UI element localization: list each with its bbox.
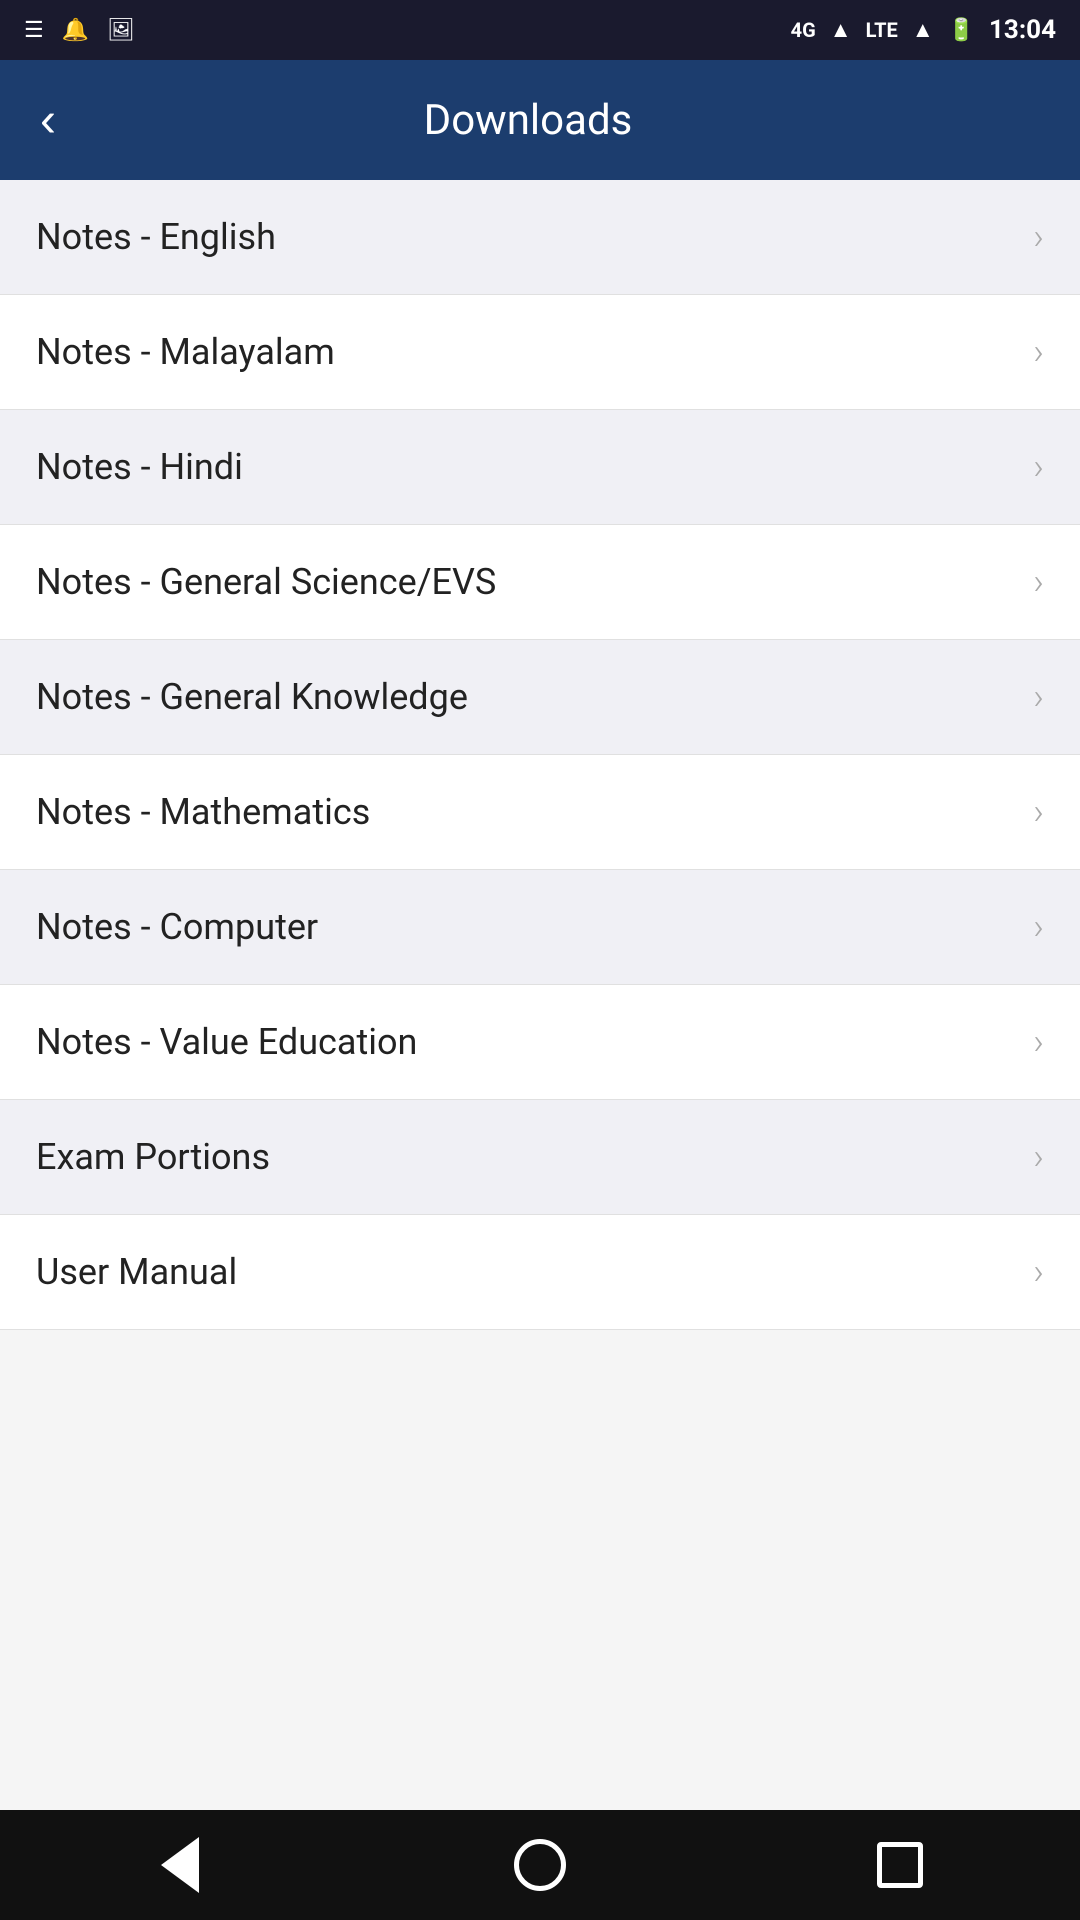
list-item-label: Notes - English — [36, 216, 276, 258]
list-item[interactable]: Notes - Malayalam › — [0, 295, 1080, 410]
nav-home-button[interactable] — [490, 1830, 590, 1900]
status-bar: ☰ 🔔 🖼 4G ▲ LTE ▲ 🔋 13:04 — [0, 0, 1080, 60]
chevron-right-icon: › — [1033, 1136, 1044, 1178]
chevron-right-icon: › — [1033, 791, 1044, 833]
chevron-right-icon: › — [1033, 1021, 1044, 1063]
nav-back-icon — [161, 1837, 199, 1893]
signal-icon-2: ▲ — [912, 17, 934, 43]
list-item-label: Notes - General Knowledge — [36, 676, 468, 718]
back-chevron-icon: ‹ — [40, 93, 56, 148]
nav-recent-icon — [877, 1842, 923, 1888]
list-item[interactable]: Notes - Computer › — [0, 870, 1080, 985]
list-item[interactable]: Exam Portions › — [0, 1100, 1080, 1215]
page-title: Downloads — [66, 96, 990, 145]
nav-back-button[interactable] — [130, 1830, 230, 1900]
list-item-label: Notes - Value Education — [36, 1021, 417, 1063]
chevron-right-icon: › — [1033, 331, 1044, 373]
status-bar-right: 4G ▲ LTE ▲ 🔋 13:04 — [791, 15, 1056, 45]
list-item[interactable]: Notes - General Knowledge › — [0, 640, 1080, 755]
chevron-right-icon: › — [1033, 676, 1044, 718]
list-item-label: Notes - General Science/EVS — [36, 561, 496, 603]
battery-icon: 🔋 — [948, 18, 975, 43]
back-button[interactable]: ‹ — [30, 83, 66, 158]
list-item[interactable]: Notes - Mathematics › — [0, 755, 1080, 870]
network-lte: LTE — [866, 18, 898, 42]
nav-home-icon — [514, 1839, 566, 1891]
signal-icon: ▲ — [830, 17, 852, 43]
image-icon: 🖼 — [107, 18, 135, 43]
list-item-label: Notes - Hindi — [36, 446, 243, 488]
list-item-label: Notes - Malayalam — [36, 331, 335, 373]
list-item-label: Exam Portions — [36, 1136, 270, 1178]
list-item-label: User Manual — [36, 1251, 237, 1293]
chevron-right-icon: › — [1033, 561, 1044, 603]
list-item[interactable]: Notes - Value Education › — [0, 985, 1080, 1100]
list-item[interactable]: Notes - General Science/EVS › — [0, 525, 1080, 640]
network-4g: 4G — [791, 18, 816, 42]
list-item-label: Notes - Computer — [36, 906, 318, 948]
downloads-list: Notes - English›Notes - Malayalam›Notes … — [0, 180, 1080, 1810]
status-bar-left: ☰ 🔔 🖼 — [24, 18, 135, 43]
list-item[interactable]: User Manual › — [0, 1215, 1080, 1330]
header: ‹ Downloads — [0, 60, 1080, 180]
chevron-right-icon: › — [1033, 906, 1044, 948]
time-display: 13:04 — [989, 15, 1056, 45]
list-item[interactable]: Notes - English › — [0, 180, 1080, 295]
list-item[interactable]: Notes - Hindi › — [0, 410, 1080, 525]
chevron-right-icon: › — [1033, 446, 1044, 488]
menu-icon: ☰ — [24, 18, 44, 43]
notification-icon: 🔔 — [62, 18, 89, 43]
chevron-right-icon: › — [1033, 1251, 1044, 1293]
nav-recent-button[interactable] — [850, 1830, 950, 1900]
bottom-navigation — [0, 1810, 1080, 1920]
chevron-right-icon: › — [1033, 216, 1044, 258]
list-item-label: Notes - Mathematics — [36, 791, 370, 833]
